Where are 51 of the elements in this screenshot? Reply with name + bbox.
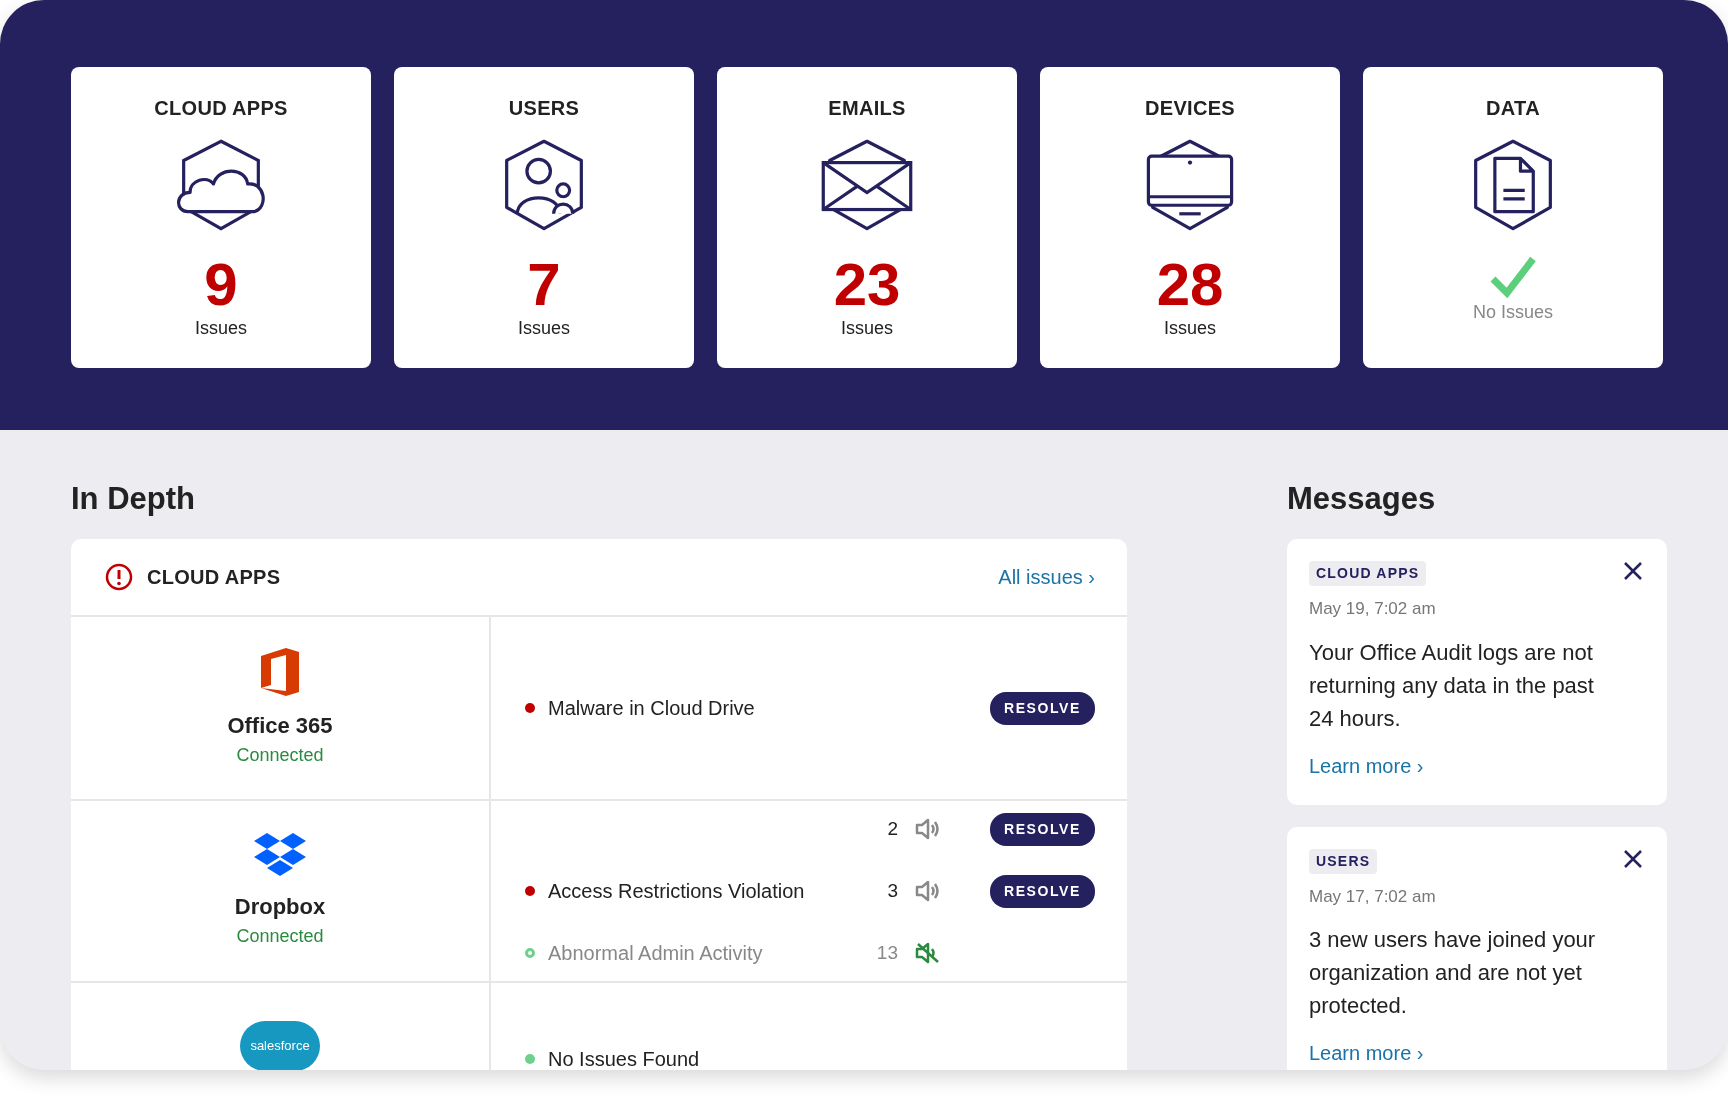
category-title: DEVICES (1145, 96, 1235, 121)
envelope-icon (819, 137, 915, 233)
issue-label: No Issues Found (548, 1047, 701, 1070)
issue-count: 2 (886, 816, 898, 841)
message-date: May 19, 7:02 am (1309, 598, 1437, 621)
resolve-button[interactable]: RESOLVE (989, 691, 1095, 725)
category-tag: CLOUD APPS (1309, 561, 1427, 587)
connection-status: Connected (236, 925, 324, 949)
issue-count: 9 (204, 255, 238, 315)
issue-count: 7 (527, 255, 561, 315)
issue-label: Abnormal Admin Activity (548, 941, 764, 967)
resolve-button[interactable]: RESOLVE (989, 812, 1095, 846)
speaker-icon[interactable] (915, 817, 941, 842)
status-caption: No Issues (1472, 301, 1553, 324)
category-title: CLOUD APPS (154, 96, 288, 121)
close-button[interactable] (1623, 848, 1643, 869)
learn-more-link[interactable]: Learn more › (1309, 1042, 1424, 1065)
issue-count: 23 (833, 255, 901, 315)
category-tag: USERS (1309, 848, 1378, 874)
count-caption: Issues (1164, 317, 1216, 340)
category-title: DATA (1486, 96, 1540, 121)
muted-speaker-icon[interactable] (915, 941, 941, 966)
section-heading: Messages (1287, 480, 1437, 518)
alert-icon (105, 563, 133, 592)
issue-count: 3 (886, 878, 898, 903)
connection-status: Connected (236, 744, 324, 768)
message-text: 3 new users have joined your organization and are not yet protected. (1309, 926, 1597, 1021)
issue-count: 13 (875, 940, 898, 965)
message-date: May 17, 7:02 am (1309, 885, 1437, 908)
count-caption: Issues (841, 317, 893, 340)
office-logo-icon (259, 647, 301, 698)
checkmark-icon (1489, 255, 1537, 299)
close-button[interactable] (1623, 561, 1643, 582)
category-title: EMAILS (828, 96, 906, 121)
issue-label: Access Restrictions Violation (548, 879, 806, 905)
dropbox-logo-icon (253, 832, 307, 879)
section-heading: In Depth (71, 480, 196, 518)
app-name: Office 365 (227, 712, 333, 741)
speaker-icon[interactable] (915, 879, 941, 904)
cloud-logo: salesforce (240, 1021, 320, 1070)
resolve-button[interactable]: RESOLVE (989, 874, 1095, 908)
count-caption: Issues (518, 317, 570, 340)
category-title: USERS (508, 96, 580, 121)
all-issues-link[interactable]: All issues › (998, 562, 1095, 593)
issue-label: Malware in Cloud Drive (548, 696, 756, 722)
count-caption: Issues (195, 317, 247, 340)
issue-count: 28 (1156, 255, 1224, 315)
learn-more-link[interactable]: Learn more › (1309, 754, 1424, 777)
message-text: Your Office Audit logs are not returning any data in the past 24 hours. (1309, 638, 1595, 733)
section-title: CLOUD APPS (147, 565, 281, 591)
app-name: Dropbox (234, 893, 326, 922)
